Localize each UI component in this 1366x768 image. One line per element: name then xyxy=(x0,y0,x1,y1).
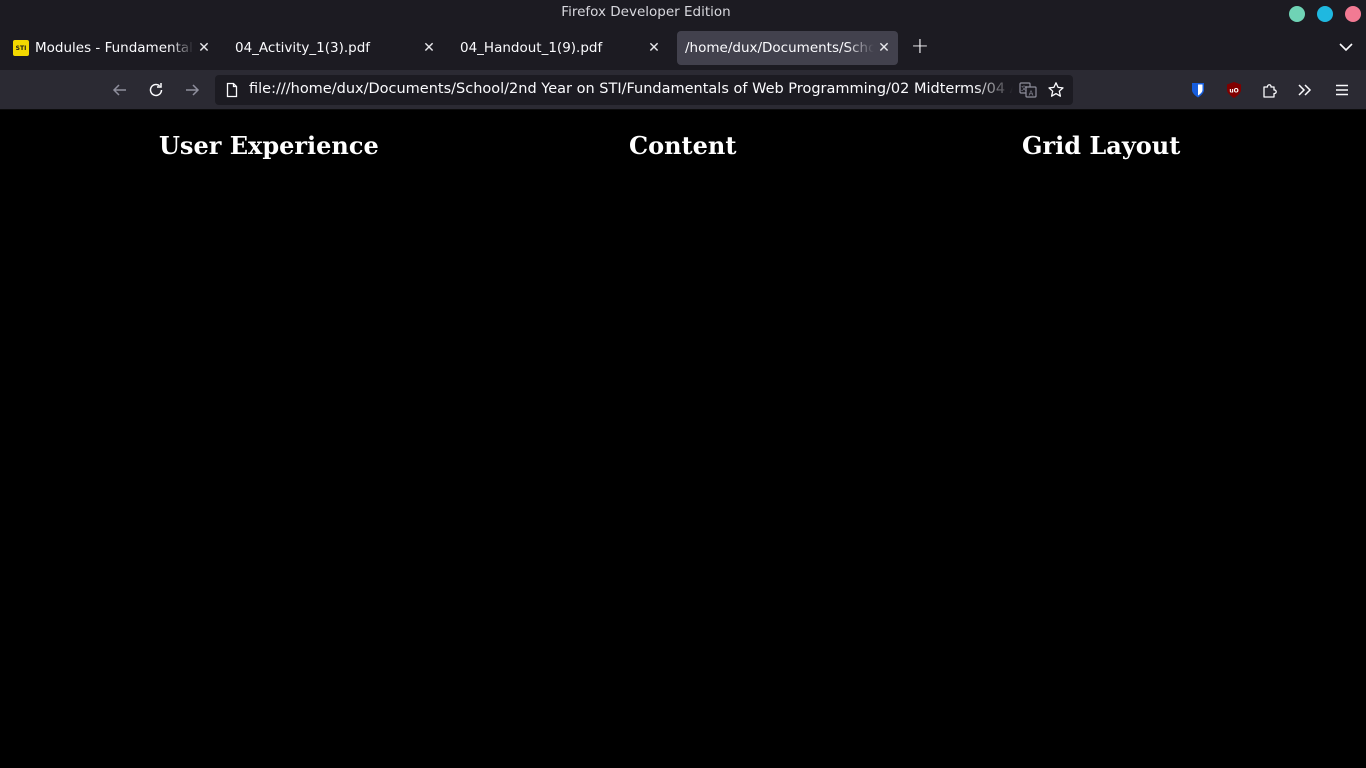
tab-label: 04_Handout_1(9).pdf xyxy=(460,40,603,56)
maximize-button[interactable] xyxy=(1317,6,1333,22)
heading-content: Content xyxy=(629,131,737,160)
back-arrow-icon[interactable] xyxy=(110,80,130,100)
tab-handout-pdf[interactable]: 04_Handout_1(9).pdf ✕ xyxy=(451,31,668,65)
svg-text:uO: uO xyxy=(1229,88,1238,95)
tab-current-file[interactable]: /home/dux/Documents/School/2nd Year on S… xyxy=(677,31,898,65)
heading-user-experience: User Experience xyxy=(159,131,379,160)
tab-label: 04_Activity_1(3).pdf xyxy=(235,40,371,56)
tab-close-icon[interactable]: ✕ xyxy=(874,40,894,56)
translate-icon[interactable]: A文 xyxy=(1019,81,1037,103)
more-tools-chevrons-icon[interactable] xyxy=(1295,80,1315,100)
bitwarden-extension-icon[interactable] xyxy=(1188,80,1208,100)
sti-favicon-icon: STI xyxy=(13,40,29,56)
reload-icon[interactable] xyxy=(146,80,166,100)
tab-close-icon[interactable]: ✕ xyxy=(644,40,664,56)
url-bar[interactable]: file:///home/dux/Documents/School/2nd Ye… xyxy=(215,75,1073,105)
tab-strip: STI Modules - Fundamentals of Web Progra… xyxy=(0,26,1366,70)
close-window-button[interactable] xyxy=(1345,6,1361,22)
minimize-button[interactable] xyxy=(1289,6,1305,22)
tab-label: /home/dux/Documents/School/2nd Year on S… xyxy=(685,40,874,56)
forward-arrow-icon[interactable] xyxy=(182,80,202,100)
hamburger-menu-icon[interactable] xyxy=(1332,80,1352,100)
extensions-puzzle-icon[interactable] xyxy=(1260,80,1280,100)
tab-label: Modules - Fundamentals of Web Programmin… xyxy=(35,40,194,56)
tab-modules[interactable]: STI Modules - Fundamentals of Web Progra… xyxy=(4,31,218,65)
tab-activity-pdf[interactable]: 04_Activity_1(3).pdf ✕ xyxy=(226,31,443,65)
svg-text:文: 文 xyxy=(1021,85,1027,93)
window-titlebar: Firefox Developer Edition xyxy=(0,0,1366,26)
ublock-origin-icon[interactable]: uO xyxy=(1224,80,1244,100)
page-document-icon xyxy=(224,82,240,102)
window-title: Firefox Developer Edition xyxy=(561,4,731,20)
new-tab-plus-icon[interactable]: + xyxy=(909,36,931,58)
bookmark-star-icon[interactable] xyxy=(1047,81,1065,103)
page-content: User Experience Content Grid Layout xyxy=(0,111,1366,768)
heading-grid-layout: Grid Layout xyxy=(1022,131,1181,160)
tab-close-icon[interactable]: ✕ xyxy=(419,40,439,56)
navigation-toolbar: file:///home/dux/Documents/School/2nd Ye… xyxy=(0,70,1366,110)
tab-list-chevron-down-icon[interactable] xyxy=(1336,37,1356,57)
svg-text:A: A xyxy=(1029,90,1034,98)
url-text[interactable]: file:///home/dux/Documents/School/2nd Ye… xyxy=(249,81,1013,97)
tab-close-icon[interactable]: ✕ xyxy=(194,40,214,56)
